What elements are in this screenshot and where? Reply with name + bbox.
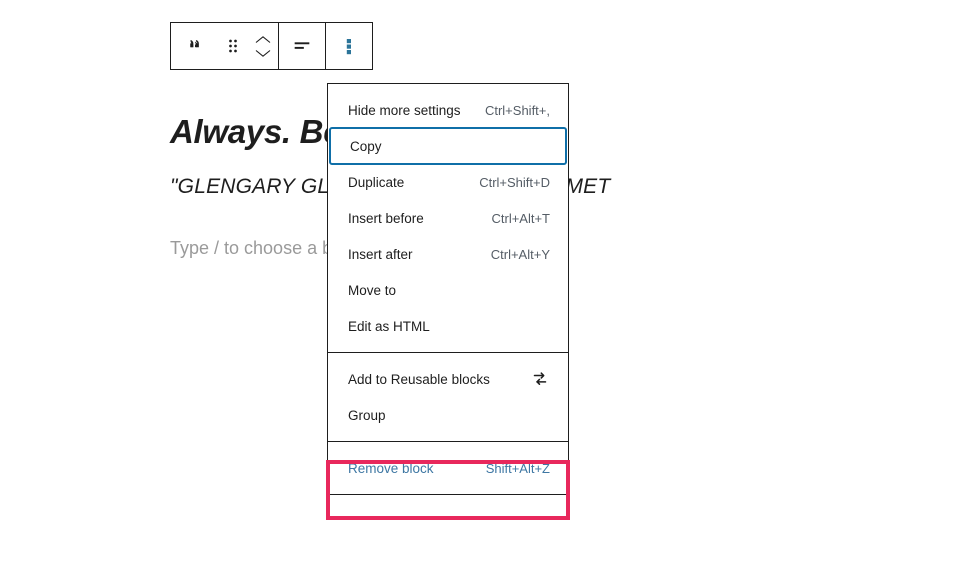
toolbar-group-block-and-mover xyxy=(171,23,279,69)
menu-section-block-transforms: Add to Reusable blocks Group xyxy=(328,352,568,441)
menu-item-label: Move to xyxy=(348,282,397,298)
menu-item-label: Group xyxy=(348,407,386,423)
menu-item-copy[interactable]: Copy xyxy=(329,127,567,165)
more-options-button[interactable] xyxy=(326,23,372,69)
reusable-block-icon xyxy=(528,367,556,391)
quote-icon xyxy=(183,35,205,57)
menu-item-insert-before[interactable]: Insert before Ctrl+Alt+T xyxy=(328,200,568,236)
menu-item-insert-after[interactable]: Insert after Ctrl+Alt+Y xyxy=(328,236,568,272)
menu-item-shortcut: Ctrl+Alt+T xyxy=(491,210,550,226)
toolbar-group-options xyxy=(326,23,372,69)
menu-item-add-to-reusable-blocks[interactable]: Add to Reusable blocks xyxy=(328,361,568,397)
menu-item-hide-more-settings[interactable]: Hide more settings Ctrl+Shift+, xyxy=(328,92,568,128)
menu-item-label: Add to Reusable blocks xyxy=(348,371,490,387)
menu-item-label: Edit as HTML xyxy=(348,318,430,334)
block-type-quote-button[interactable] xyxy=(171,23,217,69)
menu-item-label: Insert before xyxy=(348,210,424,226)
menu-item-remove-block[interactable]: Remove block Shift+Alt+Z xyxy=(328,450,568,486)
align-left-icon xyxy=(291,35,313,57)
menu-item-label: Copy xyxy=(350,138,382,154)
menu-section-destructive-actions: Remove block Shift+Alt+Z xyxy=(328,441,568,494)
menu-item-shortcut: Ctrl+Shift+, xyxy=(484,102,550,118)
chevron-down-icon[interactable] xyxy=(255,49,271,58)
quote-block-text-start: "GLENGARY GL xyxy=(170,175,330,198)
menu-item-group[interactable]: Group xyxy=(328,397,568,433)
menu-item-label: Insert after xyxy=(348,246,413,262)
menu-item-shortcut: Ctrl+Shift+D xyxy=(479,174,550,190)
menu-item-shortcut: Shift+Alt+Z xyxy=(485,460,550,476)
block-toolbar xyxy=(170,22,373,70)
heading-block[interactable]: Always. Be xyxy=(170,110,342,154)
menu-item-edit-as-html[interactable]: Edit as HTML xyxy=(328,308,568,344)
menu-item-shortcut: Ctrl+Alt+Y xyxy=(490,246,550,262)
menu-item-label: Hide more settings xyxy=(348,102,461,118)
toolbar-group-alignment xyxy=(279,23,326,69)
menu-item-label: Duplicate xyxy=(348,174,405,190)
block-mover-button[interactable] xyxy=(248,23,278,69)
menu-section-settings-and-clipboard: Hide more settings Ctrl+Shift+, Copy Duplic… xyxy=(328,84,568,352)
drag-handle-icon xyxy=(226,37,240,55)
menu-item-label: Remove block xyxy=(348,460,434,476)
menu-item-duplicate[interactable]: Duplicate Ctrl+Shift+D xyxy=(328,164,568,200)
menu-item-move-to[interactable]: Move to xyxy=(328,272,568,308)
block-options-menu: Hide more settings Ctrl+Shift+, Copy Duplic… xyxy=(327,83,569,495)
drag-handle-button[interactable] xyxy=(217,23,248,69)
chevron-up-icon[interactable] xyxy=(255,35,271,44)
three-dots-vertical-icon xyxy=(346,35,352,57)
align-text-button[interactable] xyxy=(279,23,325,69)
paragraph-block-placeholder[interactable]: Type / to choose a b xyxy=(170,234,332,262)
